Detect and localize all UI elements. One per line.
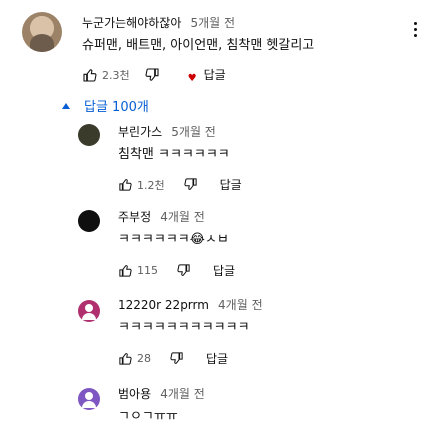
like-button[interactable]: 28 [118, 351, 151, 366]
comment-text: 슈퍼맨, 배트맨, 아이언맨, 침착맨 헷갈리고 [82, 38, 315, 53]
dislike-button[interactable] [183, 177, 198, 192]
reply-button[interactable]: 답글 [206, 350, 228, 367]
reply-text: ㄱㅇㄱㅠㅠ [118, 409, 178, 424]
thumb-down-icon [170, 352, 183, 364]
reply-actions: 28 답글 [118, 350, 228, 367]
like-count: 1.2천 [137, 178, 165, 192]
thumb-down-icon [184, 178, 197, 190]
dislike-button[interactable] [169, 351, 184, 366]
comment-author-avatar[interactable] [22, 12, 62, 52]
reply-author-name[interactable]: 부린가스 [118, 125, 162, 139]
comment-time[interactable]: 5개월 전 [190, 16, 235, 30]
reply-avatar[interactable] [78, 124, 100, 146]
chevron-up-icon [62, 102, 70, 109]
heart-icon: ♥ [187, 73, 197, 84]
reply-text: ㅋㅋㅋㅋㅋㅋㅋㅋㅋㅋㅋ [118, 320, 250, 335]
creator-heart-badge: ♥ [160, 68, 197, 84]
reply-avatar[interactable] [78, 388, 100, 410]
comment-author-name[interactable]: 누군가는해야하잖아 [82, 16, 181, 30]
reply-author-name[interactable]: 12220r 22prrm [118, 298, 209, 312]
replies-toggle[interactable]: 답글 100개 [62, 96, 149, 115]
reply-author-name[interactable]: 범아용 [118, 387, 151, 401]
reply-text: 침착맨 ㅋㅋㅋㅋㅋㅋ [118, 147, 230, 162]
reply-header: 부린가스 5개월 전 [118, 121, 216, 140]
thumb-up-icon [119, 179, 132, 191]
reply-button[interactable]: 답글 [213, 262, 235, 279]
reply-time[interactable]: 4개월 전 [218, 298, 263, 312]
comment-header: 누군가는해야하잖아 5개월 전 [82, 12, 235, 31]
reply-time[interactable]: 5개월 전 [171, 125, 216, 139]
dislike-button[interactable] [144, 67, 160, 83]
reply-button[interactable]: 답글 [220, 176, 242, 193]
like-button[interactable]: 1.2천 [118, 177, 165, 193]
reply-avatar[interactable] [78, 300, 100, 322]
reply-header: 주부정 4개월 전 [118, 206, 205, 225]
like-count: 28 [137, 352, 151, 365]
reply-avatar[interactable] [78, 210, 100, 232]
reply-button[interactable]: 답글 [204, 66, 226, 83]
reply-time[interactable]: 4개월 전 [160, 210, 205, 224]
reply-author-name[interactable]: 주부정 [118, 210, 151, 224]
dislike-button[interactable] [176, 263, 191, 278]
kebab-menu-icon[interactable] [411, 22, 419, 42]
like-button[interactable]: 2.3천 [82, 67, 130, 83]
like-count: 115 [137, 264, 158, 277]
reply-actions: 115 답글 [118, 262, 235, 279]
reply-time[interactable]: 4개월 전 [160, 387, 205, 401]
thumb-up-icon [119, 353, 132, 365]
reply-text: ㅋㅋㅋㅋㅋㅋ😂ㅅㅂ [118, 232, 229, 247]
replies-toggle-label: 답글 100개 [84, 100, 149, 115]
comment-actions: 2.3천 ♥ 답글 [82, 66, 226, 84]
reply-header: 범아용 4개월 전 [118, 383, 205, 402]
reply-header: 12220r 22prrm 4개월 전 [118, 294, 263, 313]
like-count: 2.3천 [102, 68, 130, 82]
reply-actions: 1.2천 답글 [118, 176, 242, 193]
thumb-down-icon [145, 67, 159, 81]
thumb-up-icon [83, 68, 97, 82]
thumb-up-icon [119, 265, 132, 277]
like-button[interactable]: 115 [118, 263, 158, 278]
thumb-down-icon [177, 264, 190, 276]
